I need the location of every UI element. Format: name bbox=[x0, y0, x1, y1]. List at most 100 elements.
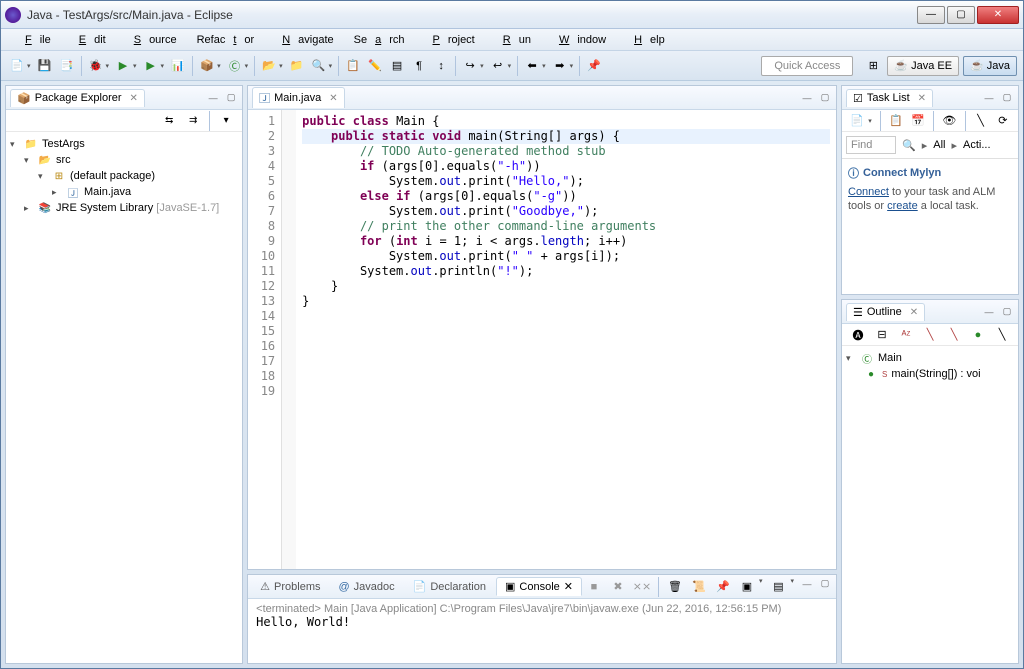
console-body[interactable]: <terminated> Main [Java Application] C:\… bbox=[248, 599, 836, 663]
project-node[interactable]: TestArgs bbox=[42, 138, 85, 150]
package-node[interactable]: (default package) bbox=[70, 170, 155, 182]
close-icon[interactable]: ✕ bbox=[329, 93, 337, 104]
debug-button[interactable]: 🐞 bbox=[86, 56, 106, 76]
block-button[interactable]: ▤ bbox=[387, 56, 407, 76]
search-button[interactable]: 🔍 bbox=[309, 56, 329, 76]
run-last-button[interactable]: ▶ bbox=[141, 56, 161, 76]
link-button[interactable]: ╲ bbox=[992, 325, 1012, 345]
scroll-lock-button[interactable]: 📜 bbox=[689, 577, 709, 597]
new-package-button[interactable]: 📦 bbox=[197, 56, 217, 76]
outline-tab[interactable]: ☰ Outline ✕ bbox=[846, 303, 925, 321]
collapse-all-button[interactable]: ⇆ bbox=[159, 111, 179, 131]
display-selected-button[interactable]: ▣ bbox=[737, 577, 757, 597]
maximize-view-button[interactable]: ▢ bbox=[818, 91, 832, 105]
minimize-view-button[interactable]: — bbox=[206, 91, 220, 105]
create-link[interactable]: create bbox=[887, 200, 918, 212]
close-icon[interactable]: ✕ bbox=[910, 307, 918, 318]
minimize-button[interactable]: — bbox=[917, 6, 945, 24]
outline-tree[interactable]: ▾ⒸMain ●S main(String[]) : voi bbox=[842, 346, 1018, 663]
folding-ruler[interactable] bbox=[282, 110, 296, 569]
pin-button[interactable]: 📌 bbox=[584, 56, 604, 76]
minimize-view-button[interactable]: — bbox=[982, 305, 996, 319]
show-whitespace-button[interactable]: ¶ bbox=[409, 56, 429, 76]
menu-run[interactable]: Run bbox=[487, 32, 539, 48]
view-menu-button[interactable]: ▾ bbox=[216, 111, 236, 131]
categorize-button[interactable]: 📋 bbox=[887, 111, 905, 131]
open-type-button[interactable]: 📂 bbox=[259, 56, 279, 76]
src-folder-node[interactable]: src bbox=[56, 154, 71, 166]
maximize-view-button[interactable]: ▢ bbox=[224, 91, 238, 105]
hide-button[interactable]: ╲ bbox=[971, 111, 989, 131]
new-task-button[interactable]: 📄 bbox=[848, 111, 866, 131]
filter-activate[interactable]: Acti... bbox=[963, 139, 991, 151]
pin-console-button[interactable]: 📌 bbox=[713, 577, 733, 597]
find-input[interactable]: Find bbox=[846, 136, 896, 154]
save-all-button[interactable]: 📑 bbox=[57, 56, 77, 76]
tasklist-tab[interactable]: ☑ Task List ✕ bbox=[846, 89, 933, 107]
sync-button[interactable]: ⟳ bbox=[994, 111, 1012, 131]
open-console-button[interactable]: ▤ bbox=[768, 577, 788, 597]
forward-button[interactable]: ➡ bbox=[550, 56, 570, 76]
focus-button[interactable]: 👁 bbox=[940, 111, 958, 131]
menu-edit[interactable]: Edit bbox=[63, 32, 114, 48]
hide-local-button[interactable]: ╲ bbox=[944, 325, 964, 345]
close-icon[interactable]: ✕ bbox=[918, 93, 926, 104]
toggle-mark-button[interactable]: 📋 bbox=[343, 56, 363, 76]
minimize-view-button[interactable]: — bbox=[800, 577, 814, 591]
outline-class-node[interactable]: Main bbox=[878, 352, 902, 364]
open-perspective-button[interactable]: ⊞ bbox=[863, 56, 883, 76]
editor-tab[interactable]: 🄹 Main.java ✕ bbox=[252, 87, 344, 108]
close-icon[interactable]: ✕ bbox=[130, 93, 138, 104]
schedule-button[interactable]: 📅 bbox=[909, 111, 927, 131]
tab-javadoc[interactable]: @Javadoc bbox=[330, 579, 402, 595]
sort-button[interactable]: 🅐 bbox=[848, 325, 868, 345]
perspective-java[interactable]: ☕Java bbox=[963, 56, 1017, 76]
tab-console[interactable]: ▣Console✕ bbox=[496, 577, 582, 596]
clear-console-button[interactable]: 🗑 bbox=[665, 577, 685, 597]
outline-method-node[interactable]: main(String[]) : voi bbox=[891, 368, 980, 380]
menu-window[interactable]: Window bbox=[543, 32, 614, 48]
connect-link[interactable]: Connect bbox=[848, 186, 889, 198]
quick-access-field[interactable]: Quick Access bbox=[761, 56, 853, 76]
save-button[interactable]: 💾 bbox=[35, 56, 55, 76]
terminate-button[interactable]: ■ bbox=[584, 577, 604, 597]
prev-annotation-button[interactable]: ↩ bbox=[488, 56, 508, 76]
annotation-nav-button[interactable]: ↕ bbox=[431, 56, 451, 76]
package-explorer-tab[interactable]: 📦 Package Explorer ✕ bbox=[10, 89, 145, 107]
maximize-button[interactable]: ▢ bbox=[947, 6, 975, 24]
run-button[interactable]: ▶ bbox=[113, 56, 133, 76]
filter-all[interactable]: All bbox=[933, 139, 945, 151]
code-area[interactable]: public class Main { public static void m… bbox=[296, 110, 836, 569]
code-editor[interactable]: 12345678910111213141516171819 public cla… bbox=[248, 110, 836, 569]
remove-all-button[interactable]: ⨯⨯ bbox=[632, 577, 652, 597]
file-node[interactable]: Main.java bbox=[84, 186, 131, 198]
menu-navigate[interactable]: Navigate bbox=[266, 32, 341, 48]
new-class-button[interactable]: Ⓒ bbox=[225, 56, 245, 76]
link-editor-button[interactable]: ⇉ bbox=[183, 111, 203, 131]
focus-task-button[interactable]: ● bbox=[968, 325, 988, 345]
menu-help[interactable]: Help bbox=[618, 32, 673, 48]
next-annotation-button[interactable]: ↪ bbox=[460, 56, 480, 76]
menu-refactor[interactable]: Refactor bbox=[189, 32, 263, 48]
minimize-view-button[interactable]: — bbox=[982, 91, 996, 105]
open-task-button[interactable]: 📁 bbox=[287, 56, 307, 76]
coverage-button[interactable]: 📊 bbox=[168, 56, 188, 76]
hide-static-button[interactable]: ᴬᶻ bbox=[896, 325, 916, 345]
package-tree[interactable]: ▾📁TestArgs ▾📂src ▾⊞(default package) ▸🄹M… bbox=[6, 132, 242, 663]
close-icon[interactable]: ✕ bbox=[564, 580, 573, 593]
menu-search[interactable]: Search bbox=[346, 32, 413, 48]
search-icon[interactable]: 🔍 bbox=[902, 139, 916, 152]
maximize-view-button[interactable]: ▢ bbox=[1000, 305, 1014, 319]
close-button[interactable]: ✕ bbox=[977, 6, 1019, 24]
tab-declaration[interactable]: 📄Declaration bbox=[405, 578, 494, 595]
menu-source[interactable]: Source bbox=[118, 32, 185, 48]
menu-project[interactable]: Project bbox=[417, 32, 483, 48]
hide-fields-button[interactable]: ⊟ bbox=[872, 325, 892, 345]
tab-problems[interactable]: ⚠Problems bbox=[252, 578, 328, 595]
hide-nonpublic-button[interactable]: ╲ bbox=[920, 325, 940, 345]
menu-file[interactable]: File bbox=[9, 32, 59, 48]
maximize-view-button[interactable]: ▢ bbox=[818, 577, 832, 591]
new-button[interactable]: 📄 bbox=[7, 56, 27, 76]
perspective-javaee[interactable]: ☕Java EE bbox=[887, 56, 959, 76]
jre-library-node[interactable]: JRE System Library [JavaSE-1.7] bbox=[56, 202, 219, 214]
